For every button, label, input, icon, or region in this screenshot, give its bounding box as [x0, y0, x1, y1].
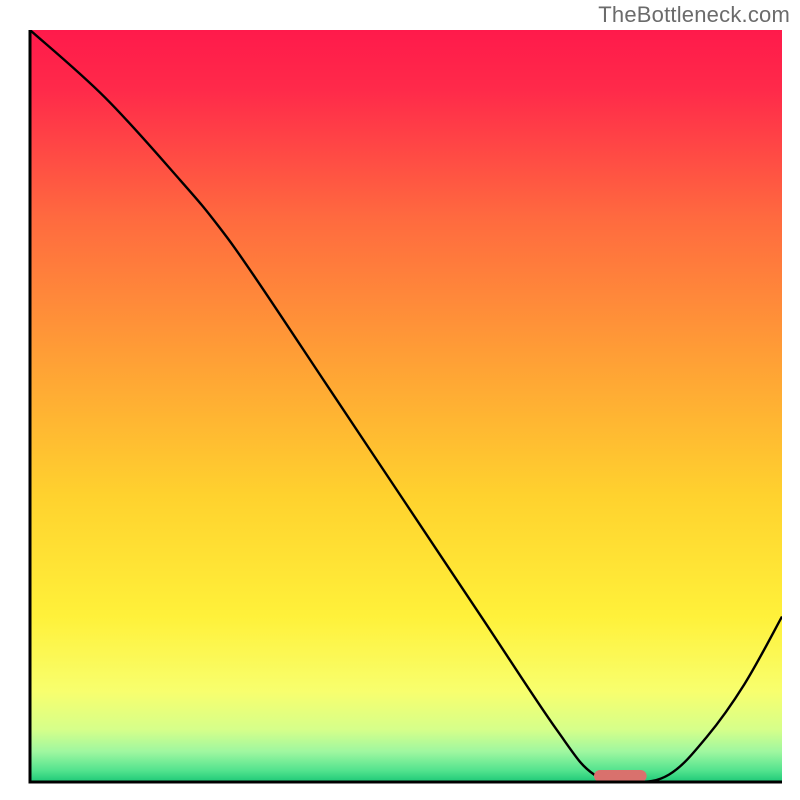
watermark-text: TheBottleneck.com [598, 2, 790, 28]
gradient-background [30, 30, 782, 782]
bottleneck-chart [0, 0, 800, 800]
chart-container: TheBottleneck.com [0, 0, 800, 800]
optimal-marker [594, 770, 647, 782]
